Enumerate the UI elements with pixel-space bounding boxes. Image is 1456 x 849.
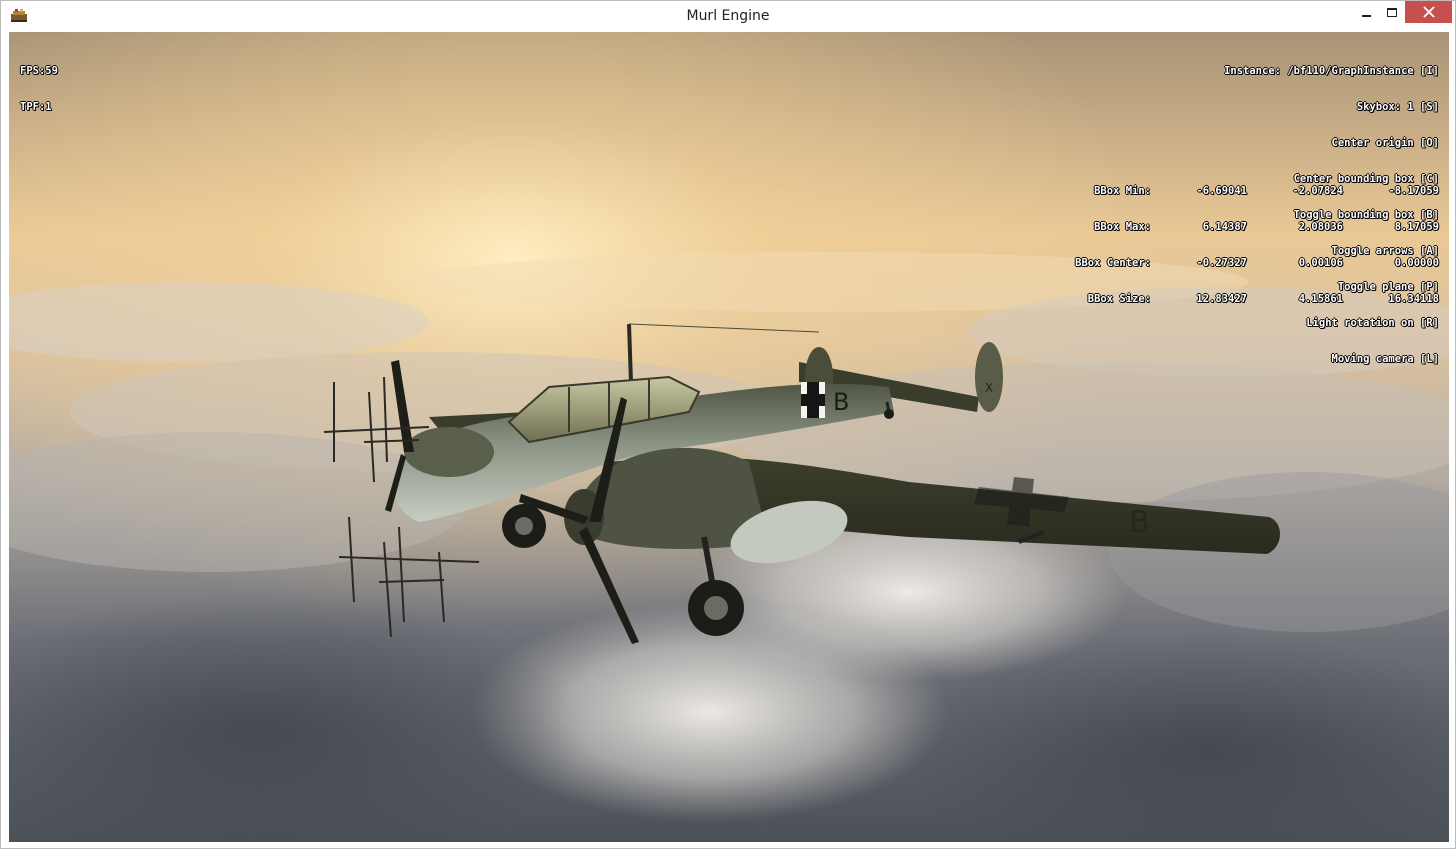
- bbox-row-label: BBox Size:: [1087, 293, 1151, 305]
- bbox-y-value: -2.07824: [1292, 185, 1343, 197]
- fuselage-cross-marking: [801, 382, 825, 418]
- fuselage-letter: B: [833, 388, 849, 416]
- bbox-size-row: BBox Size: 12.83427 4.15861 16.34118: [1047, 293, 1439, 305]
- bbox-x-value: -0.27327: [1196, 257, 1247, 269]
- close-button[interactable]: [1405, 1, 1452, 23]
- bbox-z-value: -8.17059: [1388, 185, 1439, 197]
- control-instance: Instance: /bf110/GraphInstance [I]: [1224, 65, 1439, 77]
- bbox-max-row: BBox Max: 6.14387 2.08036 8.17059: [1047, 221, 1439, 233]
- fps-readout: FPS:59: [20, 65, 58, 77]
- maximize-icon: [1387, 7, 1397, 17]
- stats-overlay: FPS:59 TPF:1: [20, 41, 58, 137]
- bbox-x-value: 6.14387: [1202, 221, 1247, 233]
- title-bar[interactable]: Murl Engine: [1, 1, 1455, 31]
- window-title: Murl Engine: [686, 8, 770, 24]
- close-icon: [1422, 6, 1435, 18]
- bbox-x-value: -6.69041: [1196, 185, 1247, 197]
- bbox-row-label: BBox Max:: [1094, 221, 1151, 233]
- maximize-button[interactable]: [1379, 1, 1405, 23]
- minimize-icon: [1361, 15, 1371, 17]
- control-center-origin: Center origin [O]: [1331, 137, 1439, 149]
- bbox-z-value: 8.17059: [1394, 221, 1439, 233]
- bbox-z-value: 0.00000: [1394, 257, 1439, 269]
- control-skybox: Skybox: 1 [S]: [1356, 101, 1439, 113]
- bounding-box-readout: BBox Min: -6.69041 -2.07824 -8.17059 BBo…: [1047, 161, 1439, 329]
- bbox-center-row: BBox Center: -0.27327 0.00106 0.00000: [1047, 257, 1439, 269]
- bbox-y-value: 4.15861: [1298, 293, 1343, 305]
- bbox-row-label: BBox Center:: [1075, 257, 1151, 269]
- bbox-x-value: 12.83427: [1196, 293, 1247, 305]
- render-viewport[interactable]: X B B FPS:59 TPF:1 Instance: /bf110/Grap…: [9, 32, 1449, 842]
- control-moving-camera: Moving camera [L]: [1331, 353, 1439, 365]
- bbox-z-value: 16.34118: [1388, 293, 1439, 305]
- bbox-min-row: BBox Min: -6.69041 -2.07824 -8.17059: [1047, 185, 1439, 197]
- wing-letter: B: [1129, 505, 1150, 540]
- bbox-y-value: 2.08036: [1298, 221, 1343, 233]
- tail-marking: X: [985, 381, 993, 395]
- bbox-y-value: 0.00106: [1298, 257, 1343, 269]
- app-window: Murl Engine X B B FPS:59 TPF:1 Instance:…: [0, 0, 1456, 849]
- tpf-readout: TPF:1: [20, 101, 52, 113]
- bbox-row-label: BBox Min:: [1094, 185, 1151, 197]
- minimize-button[interactable]: [1353, 1, 1379, 23]
